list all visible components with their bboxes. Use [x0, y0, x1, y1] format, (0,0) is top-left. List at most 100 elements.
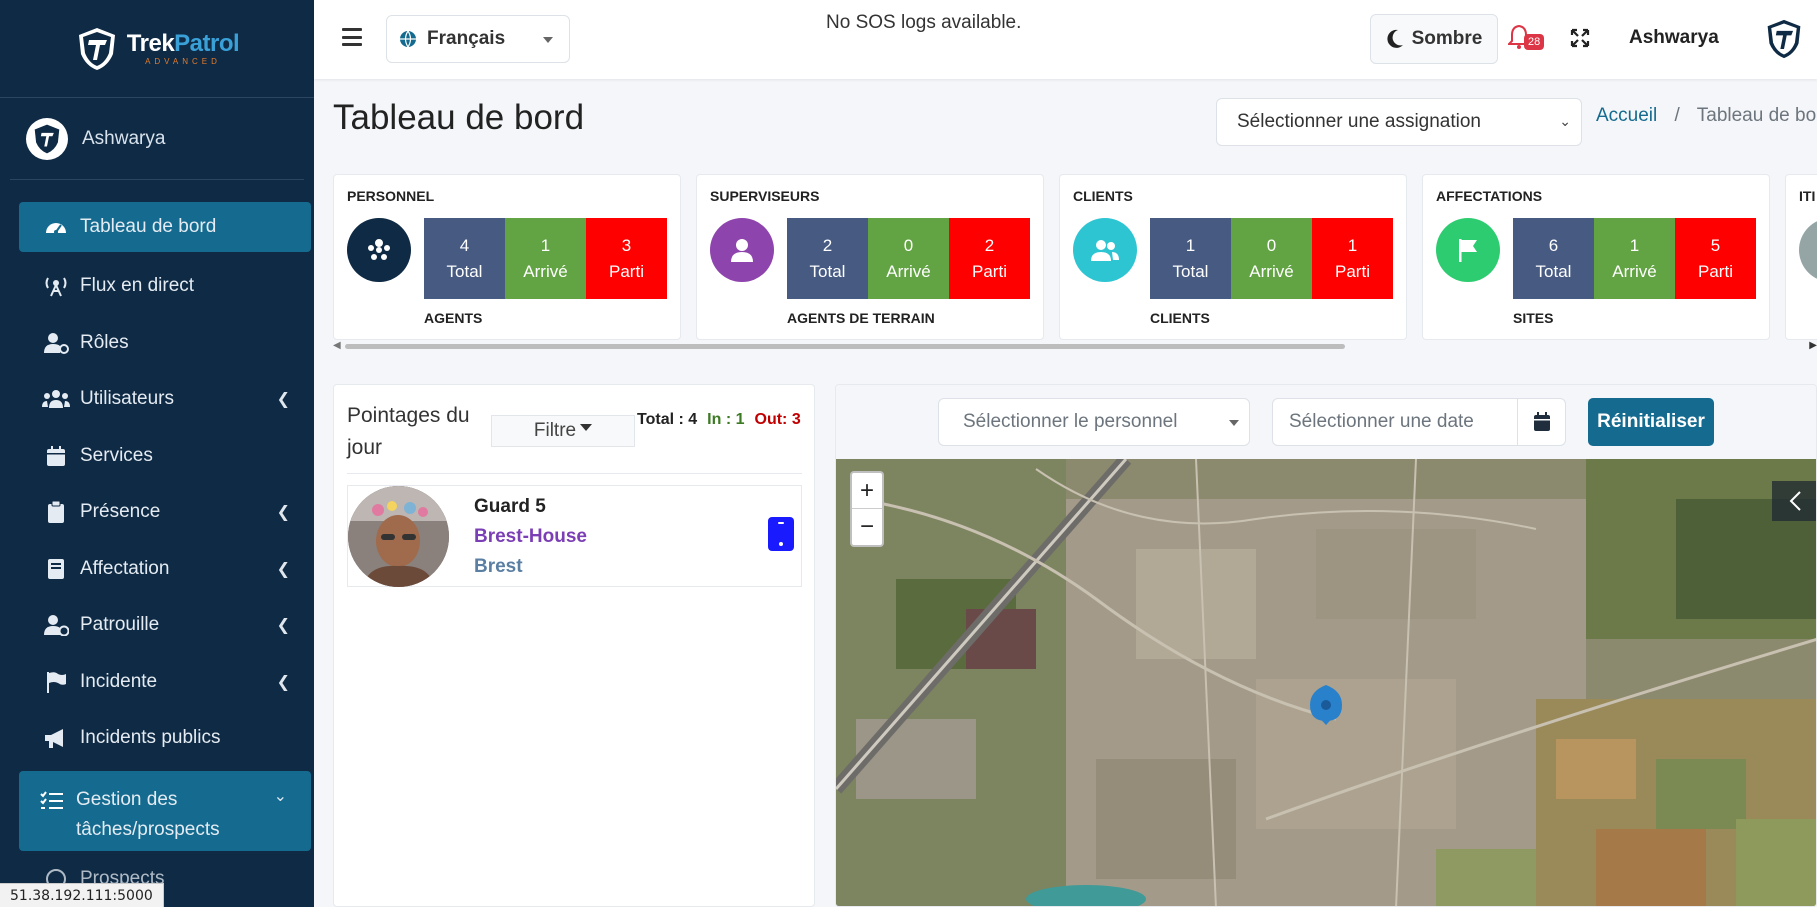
dark-mode-button[interactable]: Sombre	[1370, 14, 1498, 64]
checkin-counts: Total : 4 In : 1 Out: 3	[637, 405, 812, 435]
satellite-map[interactable]: + −	[836, 459, 1816, 906]
sidebar-item-users[interactable]: Utilisateurs ❮	[0, 371, 314, 428]
list-item[interactable]: Guard 5 Brest-House Brest	[347, 485, 802, 587]
chevron-left-icon: ❮	[276, 673, 290, 691]
sidebar-item-label: Tableau de bord	[80, 216, 217, 237]
stat-arrived[interactable]: 0 Arrivé	[1231, 218, 1312, 299]
personnel-select[interactable]: Sélectionner le personnel	[938, 398, 1250, 446]
breadcrumb-current: Tableau de bord	[1696, 105, 1817, 126]
chevron-down-icon: ⌄	[1559, 113, 1571, 129]
notifications-button[interactable]: 28	[1506, 24, 1548, 58]
sidebar-item-task-management[interactable]: Gestion des tâches/prospects ⌄	[19, 770, 311, 851]
sidebar-item-presence[interactable]: Présence ❮	[0, 484, 314, 541]
stat-total-value: 1	[1185, 235, 1196, 255]
flag-icon	[1436, 218, 1500, 282]
brand-name-1: Trek	[126, 29, 175, 57]
stat-arrived[interactable]: 1 Arrivé	[505, 218, 586, 299]
clipboard-icon	[42, 500, 70, 524]
stat-card-itineraries: ITI	[1785, 174, 1817, 340]
sidebar-item-label: Utilisateurs	[80, 388, 174, 410]
stat-card-title: ITI	[1799, 188, 1816, 204]
scrollbar-thumb[interactable]	[345, 344, 1345, 349]
sidebar-item-incident[interactable]: Incidente ❮	[0, 654, 314, 711]
notification-badge: 28	[1524, 34, 1545, 50]
stat-departed-label: Parti	[1698, 261, 1733, 281]
assignment-select[interactable]: Sélectionner une assignation ⌄	[1216, 98, 1582, 146]
guard-city: Brest	[474, 556, 523, 577]
clients-icon	[1073, 218, 1137, 282]
breadcrumb-separator: /	[1674, 105, 1680, 126]
stat-total[interactable]: 1 Total	[1150, 218, 1231, 299]
caret-down-icon	[580, 424, 593, 432]
stat-card-footer: CLIENTS	[1150, 310, 1210, 326]
filter-dropdown-button[interactable]: Filtre	[491, 415, 635, 447]
checkins-title: Pointages du jour	[347, 404, 470, 459]
date-input[interactable]: Sélectionner une date	[1272, 398, 1518, 446]
language-select[interactable]: Français	[386, 15, 570, 63]
tasks-icon	[38, 789, 66, 813]
sidebar-item-label: Gestion des tâches/prospects	[76, 788, 220, 840]
reset-button[interactable]: Réinitialiser	[1588, 398, 1714, 446]
stat-total[interactable]: 6 Total	[1513, 218, 1594, 299]
sidebar-item-label: Rôles	[80, 331, 129, 353]
count-out: Out: 3	[754, 411, 801, 428]
globe-icon	[400, 30, 416, 48]
stat-arrived-value: 0	[1266, 235, 1277, 255]
stat-departed[interactable]: 5 Parti	[1675, 218, 1756, 299]
zoom-in-button[interactable]: +	[852, 473, 882, 509]
stat-card-title: SUPERVISEURS	[710, 188, 820, 204]
user-menu[interactable]: Ashwarya	[1629, 27, 1719, 49]
breadcrumb-home-link[interactable]: Accueil	[1596, 105, 1657, 126]
calendar-icon	[42, 444, 70, 468]
stat-card-clients: CLIENTS 1 Total 0 Arrivé 1 Parti CLIENTS	[1059, 174, 1407, 340]
stat-arrived[interactable]: 0 Arrivé	[868, 218, 949, 299]
stat-departed[interactable]: 3 Parti	[586, 218, 667, 299]
stats-scrollbar[interactable]: ◀ ▶	[333, 340, 1817, 354]
map-sidebar-toggle[interactable]	[1772, 481, 1816, 521]
sidebar-item-public-incidents[interactable]: Incidents publics	[0, 710, 314, 767]
status-url: 51.38.192.111:5000	[0, 883, 164, 907]
menu-toggle-icon[interactable]	[342, 28, 362, 46]
stat-total-value: 6	[1548, 235, 1559, 255]
zoom-out-button[interactable]: −	[852, 509, 882, 545]
sidebar-item-roles[interactable]: Rôles	[0, 315, 314, 372]
page-title: Tableau de bord	[333, 98, 585, 137]
users-icon	[42, 387, 70, 411]
stat-departed-value: 5	[1710, 235, 1721, 255]
stat-card-personnel: PERSONNEL 4 Total 1 Arrivé 3 Parti AGENTS	[333, 174, 681, 340]
calendar-button[interactable]	[1518, 398, 1566, 446]
stat-departed[interactable]: 2 Parti	[949, 218, 1030, 299]
sidebar-item-live-feed[interactable]: Flux en direct	[0, 258, 314, 315]
caret-down-icon	[543, 37, 553, 43]
megaphone-icon	[42, 726, 70, 750]
stat-total[interactable]: 4 Total	[424, 218, 505, 299]
count-in: In : 1	[707, 411, 745, 428]
stat-departed[interactable]: 1 Parti	[1312, 218, 1393, 299]
sidebar-item-services[interactable]: Services	[0, 428, 314, 485]
sidebar-item-assignment[interactable]: Affectation ❮	[0, 541, 314, 598]
stat-total-label: Total	[1172, 261, 1209, 281]
sidebar-item-patrol[interactable]: Patrouille ❮	[0, 597, 314, 654]
filter-label: Filtre	[533, 420, 577, 441]
scroll-left-icon[interactable]: ◀	[333, 340, 341, 351]
brand-logo[interactable]: TrekPatrol ADVANCED	[75, 26, 240, 72]
brand-name-2: Patrol	[174, 29, 240, 57]
user-cog-icon	[42, 331, 70, 355]
stat-departed-label: Parti	[972, 261, 1007, 281]
stat-total[interactable]: 2 Total	[787, 218, 868, 299]
user-avatar-logo-icon[interactable]	[1764, 18, 1804, 60]
stat-arrived[interactable]: 1 Arrivé	[1594, 218, 1675, 299]
stat-arrived-label: Arrivé	[1249, 261, 1294, 281]
stat-total-label: Total	[1535, 261, 1572, 281]
sidebar-item-label: Présence	[80, 501, 161, 523]
sidebar-user-panel[interactable]: Ashwarya	[10, 98, 304, 180]
brand-subtitle: ADVANCED	[145, 56, 221, 66]
fullscreen-icon[interactable]	[1570, 28, 1590, 48]
scroll-right-icon[interactable]: ▶	[1809, 340, 1817, 351]
sidebar-item-dashboard[interactable]: Tableau de bord	[19, 202, 311, 252]
sidebar-user-name: Ashwarya	[82, 127, 166, 149]
stat-card-supervisors: SUPERVISEURS 2 Total 0 Arrivé 2 Parti AGENT…	[696, 174, 1044, 340]
assignment-select-value: Sélectionner une assignation	[1237, 111, 1482, 132]
mobile-phone-icon[interactable]	[768, 517, 794, 551]
stat-arrived-value: 1	[540, 235, 551, 255]
